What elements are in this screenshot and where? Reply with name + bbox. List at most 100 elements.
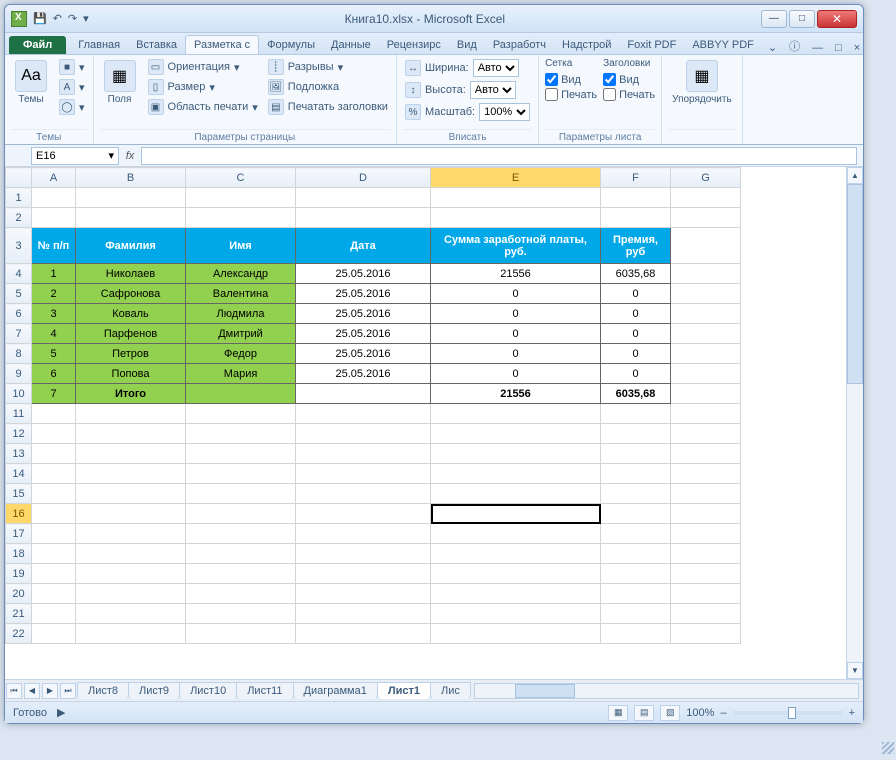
- cell-C13[interactable]: [186, 444, 296, 464]
- vscroll-thumb[interactable]: [847, 184, 863, 384]
- row-header-16[interactable]: 16: [6, 504, 32, 524]
- cell-D13[interactable]: [296, 444, 431, 464]
- cell-A14[interactable]: [32, 464, 76, 484]
- zoom-in-button[interactable]: +: [849, 707, 855, 719]
- sheet-tab-6[interactable]: Лис: [430, 682, 471, 699]
- cell-B14[interactable]: [76, 464, 186, 484]
- sheet-nav-next-icon[interactable]: ▶: [42, 683, 58, 699]
- cell-A12[interactable]: [32, 424, 76, 444]
- cell-D9[interactable]: 25.05.2016: [296, 364, 431, 384]
- cell-G13[interactable]: [671, 444, 741, 464]
- cell-E3[interactable]: Сумма заработной платы, руб.: [431, 228, 601, 264]
- cell-D16[interactable]: [296, 504, 431, 524]
- cell-D8[interactable]: 25.05.2016: [296, 344, 431, 364]
- cell-F22[interactable]: [601, 624, 671, 644]
- view-layout-button[interactable]: ▤: [634, 705, 654, 721]
- cell-C7[interactable]: Дмитрий: [186, 324, 296, 344]
- print-area-button[interactable]: ▣Область печати ▾: [146, 98, 260, 116]
- tab-0[interactable]: Главная: [70, 36, 128, 54]
- cell-D2[interactable]: [296, 208, 431, 228]
- cell-A10[interactable]: 7: [32, 384, 76, 404]
- cell-B5[interactable]: Сафронова: [76, 284, 186, 304]
- cell-A13[interactable]: [32, 444, 76, 464]
- cell-D5[interactable]: 25.05.2016: [296, 284, 431, 304]
- cell-B20[interactable]: [76, 584, 186, 604]
- tab-7[interactable]: Разработч: [485, 36, 554, 54]
- cell-E13[interactable]: [431, 444, 601, 464]
- row-header-15[interactable]: 15: [6, 484, 32, 504]
- inner-min-icon[interactable]: —: [806, 42, 829, 54]
- scale-select[interactable]: 100%: [479, 103, 530, 121]
- cell-F9[interactable]: 0: [601, 364, 671, 384]
- cell-C6[interactable]: Людмила: [186, 304, 296, 324]
- cell-F10[interactable]: 6035,68: [601, 384, 671, 404]
- cell-B9[interactable]: Попова: [76, 364, 186, 384]
- cell-C14[interactable]: [186, 464, 296, 484]
- cell-E4[interactable]: 21556: [431, 264, 601, 284]
- cell-C4[interactable]: Александр: [186, 264, 296, 284]
- headings-view-checkbox[interactable]: Вид: [603, 73, 655, 86]
- col-header-E[interactable]: E: [431, 168, 601, 188]
- cell-E8[interactable]: 0: [431, 344, 601, 364]
- grid-area[interactable]: ABCDEFG123№ п/пФамилияИмяДатаСумма зараб…: [5, 167, 863, 679]
- cell-G12[interactable]: [671, 424, 741, 444]
- cell-F19[interactable]: [601, 564, 671, 584]
- cell-G3[interactable]: [671, 228, 741, 264]
- tab-1[interactable]: Вставка: [128, 36, 185, 54]
- vertical-scrollbar[interactable]: ▲ ▼: [846, 167, 863, 679]
- cell-C22[interactable]: [186, 624, 296, 644]
- cell-C2[interactable]: [186, 208, 296, 228]
- themes-button[interactable]: Aa Темы: [11, 58, 51, 107]
- col-header-C[interactable]: C: [186, 168, 296, 188]
- cell-F18[interactable]: [601, 544, 671, 564]
- cell-D10[interactable]: [296, 384, 431, 404]
- tab-10[interactable]: ABBYY PDF: [684, 36, 762, 54]
- col-header-D[interactable]: D: [296, 168, 431, 188]
- cell-E6[interactable]: 0: [431, 304, 601, 324]
- maximize-button[interactable]: □: [789, 10, 815, 28]
- cell-G20[interactable]: [671, 584, 741, 604]
- cell-G19[interactable]: [671, 564, 741, 584]
- cell-F13[interactable]: [601, 444, 671, 464]
- cell-D1[interactable]: [296, 188, 431, 208]
- tab-6[interactable]: Вид: [449, 36, 485, 54]
- cell-G14[interactable]: [671, 464, 741, 484]
- scroll-up-icon[interactable]: ▲: [847, 167, 863, 184]
- cell-A2[interactable]: [32, 208, 76, 228]
- cell-B12[interactable]: [76, 424, 186, 444]
- tab-8[interactable]: Надстрой: [554, 36, 619, 54]
- cell-C5[interactable]: Валентина: [186, 284, 296, 304]
- cell-G11[interactable]: [671, 404, 741, 424]
- cell-A8[interactable]: 5: [32, 344, 76, 364]
- cell-F6[interactable]: 0: [601, 304, 671, 324]
- cell-B4[interactable]: Николаев: [76, 264, 186, 284]
- background-button[interactable]: 🖼Подложка: [266, 78, 390, 96]
- cell-E1[interactable]: [431, 188, 601, 208]
- row-header-19[interactable]: 19: [6, 564, 32, 584]
- cell-B10[interactable]: Итого: [76, 384, 186, 404]
- scroll-down-icon[interactable]: ▼: [847, 662, 863, 679]
- cell-B11[interactable]: [76, 404, 186, 424]
- hscroll-thumb[interactable]: [515, 684, 575, 698]
- tab-file[interactable]: Файл: [9, 36, 66, 54]
- cell-C15[interactable]: [186, 484, 296, 504]
- row-header-17[interactable]: 17: [6, 524, 32, 544]
- row-header-21[interactable]: 21: [6, 604, 32, 624]
- width-select[interactable]: Авто: [473, 59, 519, 77]
- name-box[interactable]: E16▾: [31, 147, 119, 165]
- cell-D18[interactable]: [296, 544, 431, 564]
- view-normal-button[interactable]: ▦: [608, 705, 628, 721]
- cell-D15[interactable]: [296, 484, 431, 504]
- cell-E14[interactable]: [431, 464, 601, 484]
- cell-A18[interactable]: [32, 544, 76, 564]
- cell-F7[interactable]: 0: [601, 324, 671, 344]
- cell-E22[interactable]: [431, 624, 601, 644]
- cell-B6[interactable]: Коваль: [76, 304, 186, 324]
- cell-A20[interactable]: [32, 584, 76, 604]
- cell-G17[interactable]: [671, 524, 741, 544]
- cell-G9[interactable]: [671, 364, 741, 384]
- sheet-nav-first-icon[interactable]: ⏮: [6, 683, 22, 699]
- cell-G10[interactable]: [671, 384, 741, 404]
- cell-B1[interactable]: [76, 188, 186, 208]
- cell-B15[interactable]: [76, 484, 186, 504]
